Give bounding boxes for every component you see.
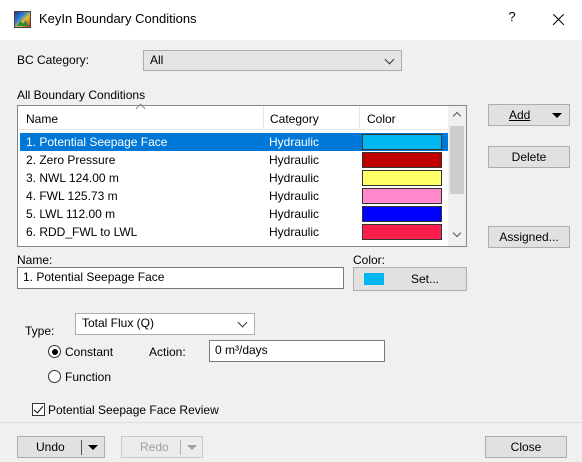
dialog-body: BC Category: All All Boundary Conditions…: [0, 40, 582, 462]
row-color-swatch: [362, 188, 442, 204]
chevron-down-icon: [384, 54, 395, 65]
column-header-category[interactable]: Category: [270, 112, 319, 126]
close-button[interactable]: Close: [485, 436, 567, 458]
color-label: Color:: [353, 253, 386, 267]
assigned-button[interactable]: Assigned...: [488, 226, 570, 248]
row-category: Hydraulic: [269, 207, 320, 221]
row-color-swatch: [362, 152, 442, 168]
dropdown-arrow-icon: [552, 113, 562, 118]
scroll-down-icon[interactable]: [452, 228, 462, 238]
row-color-swatch: [362, 224, 442, 240]
window-title: KeyIn Boundary Conditions: [39, 11, 197, 26]
row-name: 5. LWL 112.00 m: [26, 207, 116, 221]
scroll-thumb[interactable]: [450, 126, 464, 194]
redo-dropdown-icon[interactable]: [187, 445, 197, 450]
row-category: Hydraulic: [269, 153, 320, 167]
row-color-swatch: [362, 134, 442, 150]
sort-ascending-icon: [135, 103, 146, 114]
undo-label: Undo: [36, 440, 65, 454]
list-item[interactable]: 5. LWL 112.00 m Hydraulic: [20, 205, 448, 223]
column-header-name[interactable]: Name: [26, 112, 58, 126]
add-button[interactable]: Add: [488, 104, 570, 126]
bc-category-value: All: [150, 53, 164, 67]
row-name: 6. RDD_FWL to LWL: [26, 225, 138, 239]
row-category: Hydraulic: [269, 189, 320, 203]
column-header-color[interactable]: Color: [367, 112, 396, 126]
constant-radio[interactable]: [48, 345, 61, 358]
help-button[interactable]: ?: [500, 9, 524, 31]
row-name: 4. FWL 125.73 m: [26, 189, 118, 203]
title-bar: KeyIn Boundary Conditions ?: [0, 0, 582, 40]
redo-label: Redo: [140, 440, 169, 454]
name-input[interactable]: 1. Potential Seepage Face: [17, 267, 344, 289]
constant-label: Constant: [65, 345, 114, 359]
scroll-up-icon[interactable]: [452, 111, 462, 121]
close-window-button[interactable]: [546, 7, 572, 31]
row-color-swatch: [362, 206, 442, 222]
row-category: Hydraulic: [269, 171, 320, 185]
set-label: Set...: [411, 272, 440, 286]
list-header: Name Category Color: [18, 103, 448, 130]
row-category: Hydraulic: [269, 225, 320, 239]
boundary-conditions-list[interactable]: Name Category Color 1. Potential Seepage…: [17, 103, 467, 247]
add-label: Add: [509, 108, 531, 122]
app-icon: [14, 11, 31, 28]
delete-button[interactable]: Delete: [488, 146, 570, 168]
list-item[interactable]: 4. FWL 125.73 m Hydraulic: [20, 187, 448, 205]
action-input[interactable]: 0 m³/days: [209, 340, 385, 362]
undo-dropdown-icon[interactable]: [88, 445, 98, 450]
set-color-button[interactable]: Set...: [353, 267, 467, 291]
undo-button[interactable]: Undo: [17, 436, 105, 458]
type-value: Total Flux (Q): [82, 316, 155, 330]
row-color-swatch: [362, 170, 442, 186]
color-swatch: [364, 273, 384, 285]
divider: [0, 422, 582, 423]
redo-button[interactable]: Redo: [121, 436, 203, 458]
action-label: Action:: [149, 345, 186, 359]
list-item[interactable]: 1. Potential Seepage Face Hydraulic: [20, 133, 448, 151]
name-label: Name:: [17, 253, 53, 267]
row-name: 2. Zero Pressure: [26, 153, 116, 167]
seepage-review-checkbox[interactable]: [32, 403, 45, 416]
row-name: 1. Potential Seepage Face: [26, 135, 168, 149]
seepage-review-label: Potential Seepage Face Review: [48, 403, 219, 417]
function-label: Function: [65, 370, 112, 384]
function-radio[interactable]: [48, 370, 61, 383]
list-item[interactable]: 6. RDD_FWL to LWL Hydraulic: [20, 223, 448, 241]
row-name: 3. NWL 124.00 m: [26, 171, 119, 185]
list-item[interactable]: 2. Zero Pressure Hydraulic: [20, 151, 448, 169]
list-scrollbar[interactable]: [448, 106, 466, 246]
boundary-conditions-label: All Boundary Conditions: [17, 88, 146, 102]
type-label: Type:: [25, 324, 55, 338]
type-dropdown[interactable]: Total Flux (Q): [75, 313, 255, 335]
list-item[interactable]: 3. NWL 124.00 m Hydraulic: [20, 169, 448, 187]
bc-category-dropdown[interactable]: All: [143, 50, 402, 71]
chevron-down-icon: [237, 317, 248, 328]
bc-category-label: BC Category:: [17, 53, 90, 67]
row-category: Hydraulic: [269, 135, 320, 149]
